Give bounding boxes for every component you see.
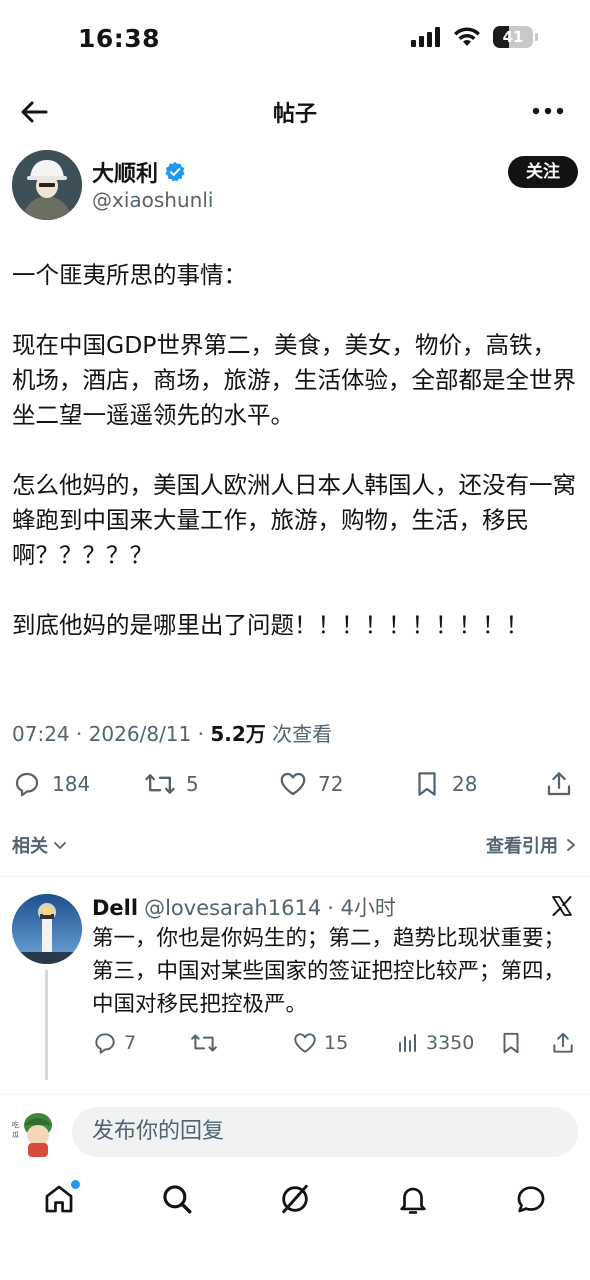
wifi-icon [454, 27, 480, 46]
bookmark-icon [503, 1032, 519, 1054]
view-quotes-link[interactable]: 查看引用 [486, 832, 578, 858]
views-chart-icon [399, 1034, 416, 1052]
reply-author-name[interactable]: Dell [92, 896, 138, 920]
battery-level: 41 [502, 28, 524, 46]
nav-search[interactable] [160, 1182, 194, 1216]
reply-input[interactable]: 发布你的回复 [72, 1107, 578, 1157]
reply-actions: 7 15 3350 [92, 1028, 578, 1058]
notifications-icon [400, 1187, 426, 1214]
reply-like-count: 15 [324, 1032, 349, 1054]
related-dropdown[interactable]: 相关 [12, 832, 68, 858]
reply-button[interactable]: 184 [12, 762, 90, 806]
battery-tip [535, 33, 538, 41]
bottom-nav [0, 1168, 590, 1280]
reply-bookmark-button[interactable] [498, 1028, 524, 1058]
svg-text:吃: 吃 [12, 1120, 19, 1129]
views-count: 5.2万 [210, 722, 266, 746]
tweet-timestamp[interactable]: 07:24 · 2026/8/11 · [12, 722, 210, 746]
reply-item[interactable]: Dell @lovesarah1614 · 4小时 第一，你也是你妈生的；第二，… [12, 892, 578, 1080]
reply-views-count: 3350 [426, 1032, 475, 1054]
share-button[interactable] [544, 762, 574, 806]
heart-icon [294, 1033, 316, 1053]
reply-reply-count: 7 [124, 1032, 137, 1054]
tweet-meta: 07:24 · 2026/8/11 · 5.2万 次查看 [12, 718, 332, 747]
tweet-paragraph: 现在中国GDP世界第二，美食，美女，物价，高铁，机场，酒店，商场，旅游，生活体验… [12, 331, 576, 429]
reply-header: Dell @lovesarah1614 · 4小时 [92, 892, 396, 922]
battery-icon: 41 [493, 26, 533, 48]
related-row: 相关 查看引用 [12, 830, 578, 860]
author-handle[interactable]: @xiaoshunli [92, 188, 213, 212]
nav-home[interactable] [42, 1180, 80, 1216]
search-icon [163, 1185, 192, 1214]
nav-grok[interactable] [278, 1182, 312, 1216]
bookmark-icon [418, 772, 436, 796]
reply-views-button[interactable]: 3350 [396, 1028, 474, 1058]
author-avatar[interactable] [12, 150, 82, 220]
status-bar: 16:38 41 [0, 0, 590, 80]
retweet-count: 5 [186, 772, 199, 796]
more-options-icon[interactable] [532, 104, 564, 118]
related-label: 相关 [12, 836, 48, 857]
reply-count: 184 [52, 772, 91, 796]
follow-button[interactable]: 关注 [508, 156, 578, 188]
grok-icon [282, 1184, 308, 1214]
retweet-icon [191, 1034, 217, 1052]
reply-like-button[interactable]: 15 [292, 1028, 348, 1058]
reply-composer: 吃 瓜 发布你的回复 [0, 1094, 590, 1168]
bookmark-count: 28 [452, 772, 478, 796]
share-icon [553, 1032, 573, 1053]
heart-icon [280, 772, 306, 796]
retweet-button[interactable]: 5 [144, 762, 199, 806]
reply-text: 第一，你也是你妈生的；第二，趋势比现状重要；第三，中国对某些国家的签证把控比较严… [92, 926, 566, 1017]
reply-icon [95, 1033, 115, 1054]
like-button[interactable]: 72 [278, 762, 343, 806]
my-avatar[interactable]: 吃 瓜 [10, 1107, 58, 1159]
author-row: 大顺利 @xiaoshunli 关注 [12, 150, 578, 222]
status-time: 16:38 [78, 24, 161, 53]
author-name-text: 大顺利 [92, 162, 159, 187]
reply-retweet-button[interactable] [190, 1028, 224, 1058]
share-icon [547, 772, 571, 796]
view-quotes-label: 查看引用 [486, 836, 558, 857]
tweet-actions: 184 5 72 28 [12, 762, 578, 806]
divider [0, 876, 590, 877]
tweet-paragraph: 到底他妈的是哪里出了问题！！！！！！！！！！ [12, 611, 529, 639]
bookmark-button[interactable]: 28 [412, 762, 477, 806]
status-icons: 41 [411, 26, 538, 48]
chevron-right-icon [567, 839, 575, 851]
tweet-paragraph: 怎么他妈的，美国人欧洲人日本人韩国人，还没有一窝蜂跑到中国来大量工作，旅游，购物… [12, 471, 576, 569]
messages-icon [517, 1186, 545, 1213]
reply-icon [15, 772, 39, 797]
x-logo-icon [552, 896, 572, 916]
post-header: 帖子 [0, 86, 590, 136]
verified-badge-icon [165, 161, 185, 182]
author-name[interactable]: 大顺利 [92, 156, 186, 188]
reply-reply-button[interactable]: 7 [92, 1028, 136, 1058]
reply-share-button[interactable] [550, 1028, 576, 1058]
nav-messages[interactable] [514, 1182, 548, 1216]
page-title: 帖子 [272, 102, 317, 127]
tweet-paragraph: 一个匪夷所思的事情： [12, 261, 247, 289]
cellular-signal-icon [411, 27, 440, 47]
views-label: 次查看 [265, 722, 333, 746]
chevron-down-icon [54, 842, 66, 849]
retweet-icon [145, 774, 175, 794]
reply-author-handle[interactable]: @lovesarah1614 [144, 896, 321, 920]
reply-avatar[interactable] [12, 894, 82, 964]
tweet-text: 一个匪夷所思的事情： 现在中国GDP世界第二，美食，美女，物价，高铁，机场，酒店… [12, 258, 578, 643]
thread-line [45, 970, 48, 1080]
notification-dot [71, 1180, 80, 1189]
like-count: 72 [318, 772, 344, 796]
nav-notifications[interactable] [396, 1182, 430, 1216]
svg-text:瓜: 瓜 [12, 1131, 19, 1139]
reply-time: · 4小时 [327, 896, 396, 920]
